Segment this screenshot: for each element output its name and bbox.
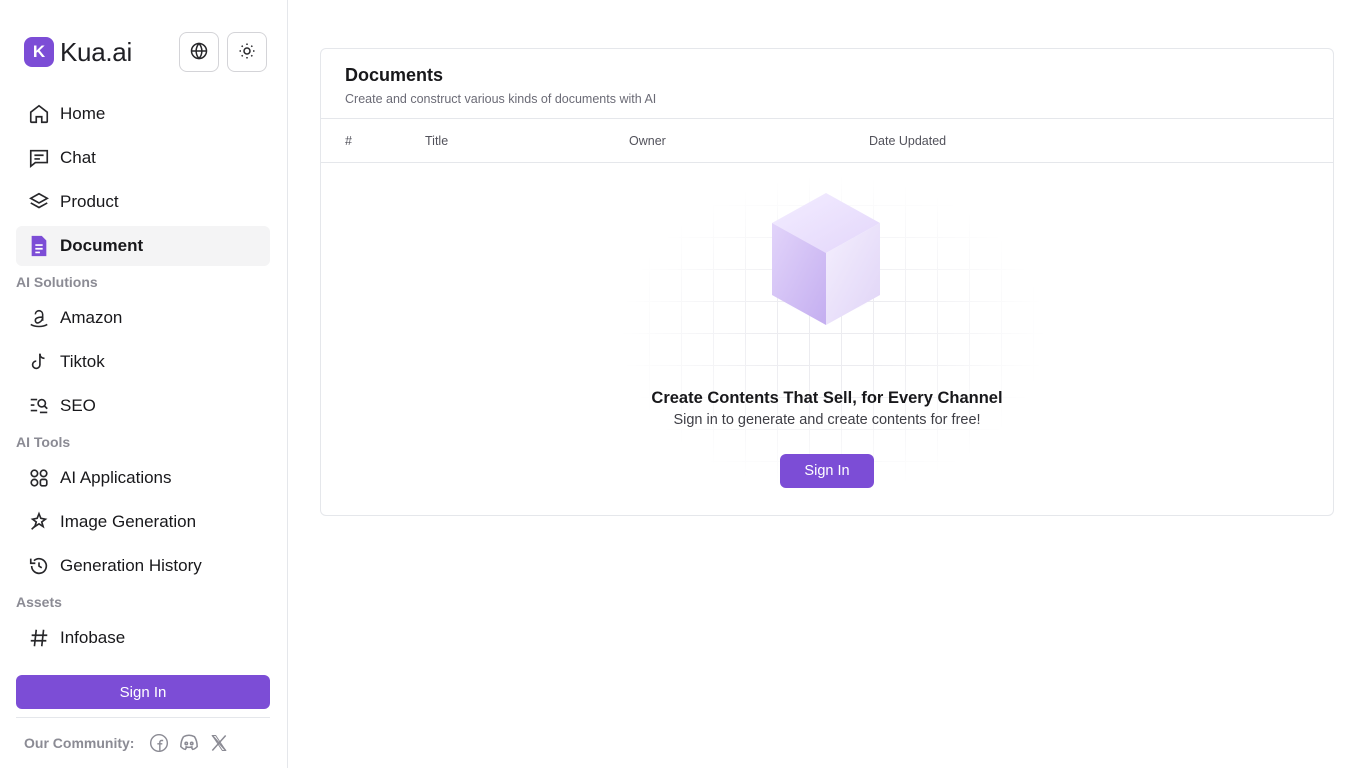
header-actions	[179, 32, 267, 72]
sidebar-item-label: SEO	[60, 396, 96, 415]
sidebar-item-infobase[interactable]: Infobase	[16, 618, 270, 658]
brand-name: Kua.ai	[60, 36, 132, 67]
discord-icon[interactable]	[178, 732, 200, 754]
column-date-updated[interactable]: Date Updated	[869, 134, 946, 148]
social-icons	[148, 732, 230, 754]
tiktok-icon	[28, 351, 50, 373]
sidebar-item-product[interactable]: Product	[16, 182, 270, 222]
sidebar-item-chat[interactable]: Chat	[16, 138, 270, 178]
section-label-ai-solutions: AI Solutions	[16, 274, 98, 290]
facebook-icon[interactable]	[148, 732, 170, 754]
sidebar-item-home[interactable]: Home	[16, 94, 270, 134]
app-root: K Kua.ai Home Chat Product Document AI S…	[0, 0, 1366, 768]
seo-icon	[28, 395, 50, 417]
column-owner[interactable]: Owner	[629, 134, 666, 148]
empty-state-subtitle: Sign in to generate and create contents …	[673, 412, 981, 428]
language-button[interactable]	[179, 32, 219, 72]
sidebar-item-label: Image Generation	[60, 512, 197, 531]
main-content: Documents Create and construct various k…	[288, 0, 1366, 768]
theme-toggle-button[interactable]	[227, 32, 267, 72]
community-links: Our Community:	[24, 732, 230, 754]
empty-state: Create Contents That Sell, for Every Cha…	[321, 163, 1333, 515]
sidebar-item-label: Infobase	[60, 628, 126, 647]
sidebar-item-label: Chat	[60, 148, 96, 167]
sun-icon	[238, 42, 256, 63]
column-number: #	[345, 134, 352, 148]
sidebar-item-generation-history[interactable]: Generation History	[16, 546, 270, 586]
page-title: Documents	[345, 65, 444, 85]
cube-illustration	[761, 185, 891, 335]
x-icon[interactable]	[208, 732, 230, 754]
logo-mark-icon: K	[24, 37, 54, 67]
empty-state-title: Create Contents That Sell, for Every Cha…	[651, 389, 1003, 407]
sidebar-item-label: Tiktok	[60, 352, 105, 371]
sidebar-item-ai-applications[interactable]: AI Applications	[16, 458, 270, 498]
sidebar-item-seo[interactable]: SEO	[16, 386, 270, 426]
sidebar-item-label: Generation History	[60, 556, 202, 575]
layers-icon	[28, 191, 50, 213]
sidebar-item-label: Amazon	[60, 308, 123, 327]
cube-icon	[772, 193, 880, 325]
column-title[interactable]: Title	[425, 134, 448, 148]
table-header: # Title Owner Date Updated	[321, 119, 1333, 163]
history-icon	[28, 555, 50, 577]
community-label: Our Community:	[24, 735, 135, 751]
brand-row: K Kua.ai	[24, 32, 267, 72]
chat-icon	[28, 147, 50, 169]
apps-icon	[28, 467, 50, 489]
sidebar-item-label: Product	[60, 192, 119, 211]
section-label-assets: Assets	[16, 594, 62, 610]
sidebar-divider	[16, 717, 270, 718]
sidebar-item-document[interactable]: Document	[16, 226, 270, 266]
sidebar-item-label: AI Applications	[60, 468, 172, 487]
section-label-ai-tools: AI Tools	[16, 434, 71, 450]
documents-card: Documents Create and construct various k…	[320, 48, 1334, 516]
sidebar-item-tiktok[interactable]: Tiktok	[16, 342, 270, 382]
documents-header: Documents Create and construct various k…	[321, 49, 1333, 119]
hash-icon	[28, 627, 50, 649]
sidebar-item-amazon[interactable]: Amazon	[16, 298, 270, 338]
globe-icon	[190, 41, 208, 63]
sparkle-icon	[28, 511, 50, 533]
amazon-icon	[28, 307, 50, 329]
home-icon	[28, 103, 50, 125]
sidebar-nav: Home Chat Product Document AI Solutions …	[16, 94, 270, 662]
sidebar-item-label: Document	[60, 236, 144, 255]
empty-state-sign-in-button[interactable]: Sign In	[780, 454, 874, 488]
sidebar-item-label: Home	[60, 104, 106, 123]
page-subtitle: Create and construct various kinds of do…	[345, 92, 657, 106]
sidebar-item-image-generation[interactable]: Image Generation	[16, 502, 270, 542]
document-icon	[28, 235, 50, 257]
logo[interactable]: K Kua.ai	[24, 37, 132, 68]
sidebar: K Kua.ai Home Chat Product Document AI S…	[0, 0, 288, 768]
sidebar-sign-in-button[interactable]: Sign In	[16, 675, 270, 709]
